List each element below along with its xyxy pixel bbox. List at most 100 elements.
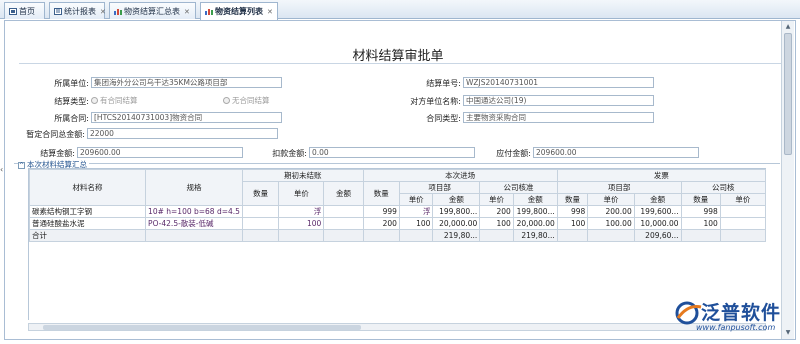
cell-inv-amount: 199,600... [633,205,682,218]
scroll-up-icon[interactable]: ▲ [784,23,792,31]
cell-empty [323,205,364,218]
cell-inv-qty: 998 [556,205,589,218]
deduct-field[interactable]: 0.00 [309,147,475,158]
settle-no-field[interactable]: WZJS20140731001 [463,77,654,88]
tab-settlement-list[interactable]: 物资结算列表 ✕ [200,2,278,20]
col-header-spec: 规格 [145,169,243,206]
tab-summary[interactable]: 物资结算汇总表 ✕ [109,2,196,19]
cell-inv-amount: 10,000.00 [633,217,682,230]
col-header-name: 材料名称 [29,169,147,206]
cell-inv-qty: 100 [556,217,589,230]
cell-spec: 10# h=100 b=68 d=4.5 [145,205,243,218]
cell-name: 碳素结构钢工字钢 [29,205,147,218]
radio-label: 有合同结算 [100,96,138,105]
cell-cur-qty: 999 [362,205,400,218]
scroll-thumb[interactable] [784,33,792,155]
col-header-amount: 金额 [323,181,364,206]
contract-field[interactable]: [HTCS20140731003]物资合同 [91,112,282,123]
cell-open-price: 浮 [278,205,325,218]
payable-label: 应付金额: [496,149,531,158]
tab-report[interactable]: 统计报表 ✕ [49,2,106,19]
counterparty-field[interactable]: 中国通达公司(19) [463,95,654,106]
col-header-qty: 数量 [362,181,400,206]
cell-empty [398,229,434,242]
logo-name: 泛普软件 [701,302,782,324]
cell-open-price: 100 [278,217,325,230]
col-header-project-dept: 项目部 [398,181,481,194]
vertical-scrollbar[interactable]: ▲ ▼ [781,21,794,339]
settle-amount-label: 结算金额: [40,149,75,158]
col-header-price: 单价 [479,193,514,206]
col-header-price: 单价 [398,193,434,206]
cell-empty [241,217,280,230]
col-header-qty: 数量 [241,181,280,206]
col-header-price: 单价 [278,181,325,206]
col-header-price: 单价 [587,193,635,206]
temp-total-field[interactable]: 22000 [87,128,278,139]
cell-empty [556,229,589,242]
cell-cc-amount: 199,800... [512,205,558,218]
cell-empty [719,205,766,218]
total-inv-amount: 209,60... [633,229,682,242]
cell-cc-amount: 20,000.00 [512,217,558,230]
radio-no-contract[interactable]: 无合同结算 [223,95,270,106]
contract-type-field[interactable]: 主要物资采购合同 [463,112,654,123]
cell-ic-qty: 998 [680,205,721,218]
col-header-amount: 金额 [633,193,682,206]
col-header-invoice: 发票 [556,169,766,182]
total-cc-amount: 219,80... [512,229,558,242]
table-row[interactable]: 碳素结构钢工字钢 10# h=100 b=68 d=4.5 浮 999 浮 19… [29,205,766,218]
cell-inv-price: 200.00 [587,205,635,218]
col-header-company-check: 公司核准 [479,181,558,194]
tab-label: 首页 [19,7,35,16]
tab-label: 物资结算汇总表 [124,7,180,16]
org-field[interactable]: 集团海外分公司乌干达35KM公路项目部 [91,77,282,88]
radio-with-contract[interactable]: 有合同结算 [91,95,138,106]
cell-empty [145,229,243,242]
close-icon[interactable]: ✕ [267,8,273,16]
cell-pd-price: 100 [398,217,434,230]
cell-empty [680,229,721,242]
cell-empty [323,229,364,242]
tab-label: 统计报表 [64,7,96,16]
cell-empty [587,229,635,242]
cell-empty [362,229,400,242]
cell-pd-price: 浮 [398,205,434,218]
chart-icon [205,8,213,15]
tab-label: 物资结算列表 [215,7,263,16]
cell-empty [719,229,766,242]
close-icon[interactable]: ✕ [184,8,190,16]
cell-cc-price: 100 [479,217,514,230]
cell-pd-amount: 20,000.00 [432,217,481,230]
scroll-thumb[interactable] [43,325,361,330]
section-divider [14,163,780,164]
col-header-qty: 数量 [680,193,721,206]
cell-pd-amount: 199,800... [432,205,481,218]
col-header-qty: 数量 [556,193,589,206]
brand-logo: 泛普软件 www.fanpusoft.com [674,296,794,340]
horizontal-scrollbar[interactable] [28,323,766,331]
cell-inv-price: 100.00 [587,217,635,230]
cell-cc-price: 200 [479,205,514,218]
settle-type-label: 结算类型: [54,97,89,106]
home-icon [9,8,17,15]
radio-label: 无合同结算 [232,96,270,105]
cell-empty [241,205,280,218]
payable-field[interactable]: 209600.00 [533,147,699,158]
page-title: 材料结算审批单 [352,49,444,64]
col-header-opening: 期初未结账 [241,169,364,182]
table-row[interactable]: 普通硅酸盐水泥 PO-42.5-散装-低碱 100 200 100 20,000… [29,217,766,230]
settlement-grid: 材料名称 规格 期初未结账 本次进场 发票 数量 单价 金额 数量 项目部 公司… [28,168,766,320]
tab-bar: 首页 统计报表 ✕ 物资结算汇总表 ✕ 物资结算列表 ✕ [0,0,800,20]
cell-name: 普通硅酸盐水泥 [29,217,147,230]
tab-home[interactable]: 首页 [4,2,45,19]
cell-empty [479,229,514,242]
col-header-invoice-project: 项目部 [556,181,682,194]
contract-type-label: 合同类型: [426,114,461,123]
settle-amount-field[interactable]: 209600.00 [77,147,243,158]
total-pd-amount: 219,80... [432,229,481,242]
counterparty-label: 对方单位名称: [410,97,461,106]
collapse-icon[interactable]: ^ [18,162,25,169]
close-icon[interactable]: ✕ [100,8,106,16]
cell-empty [241,229,280,242]
